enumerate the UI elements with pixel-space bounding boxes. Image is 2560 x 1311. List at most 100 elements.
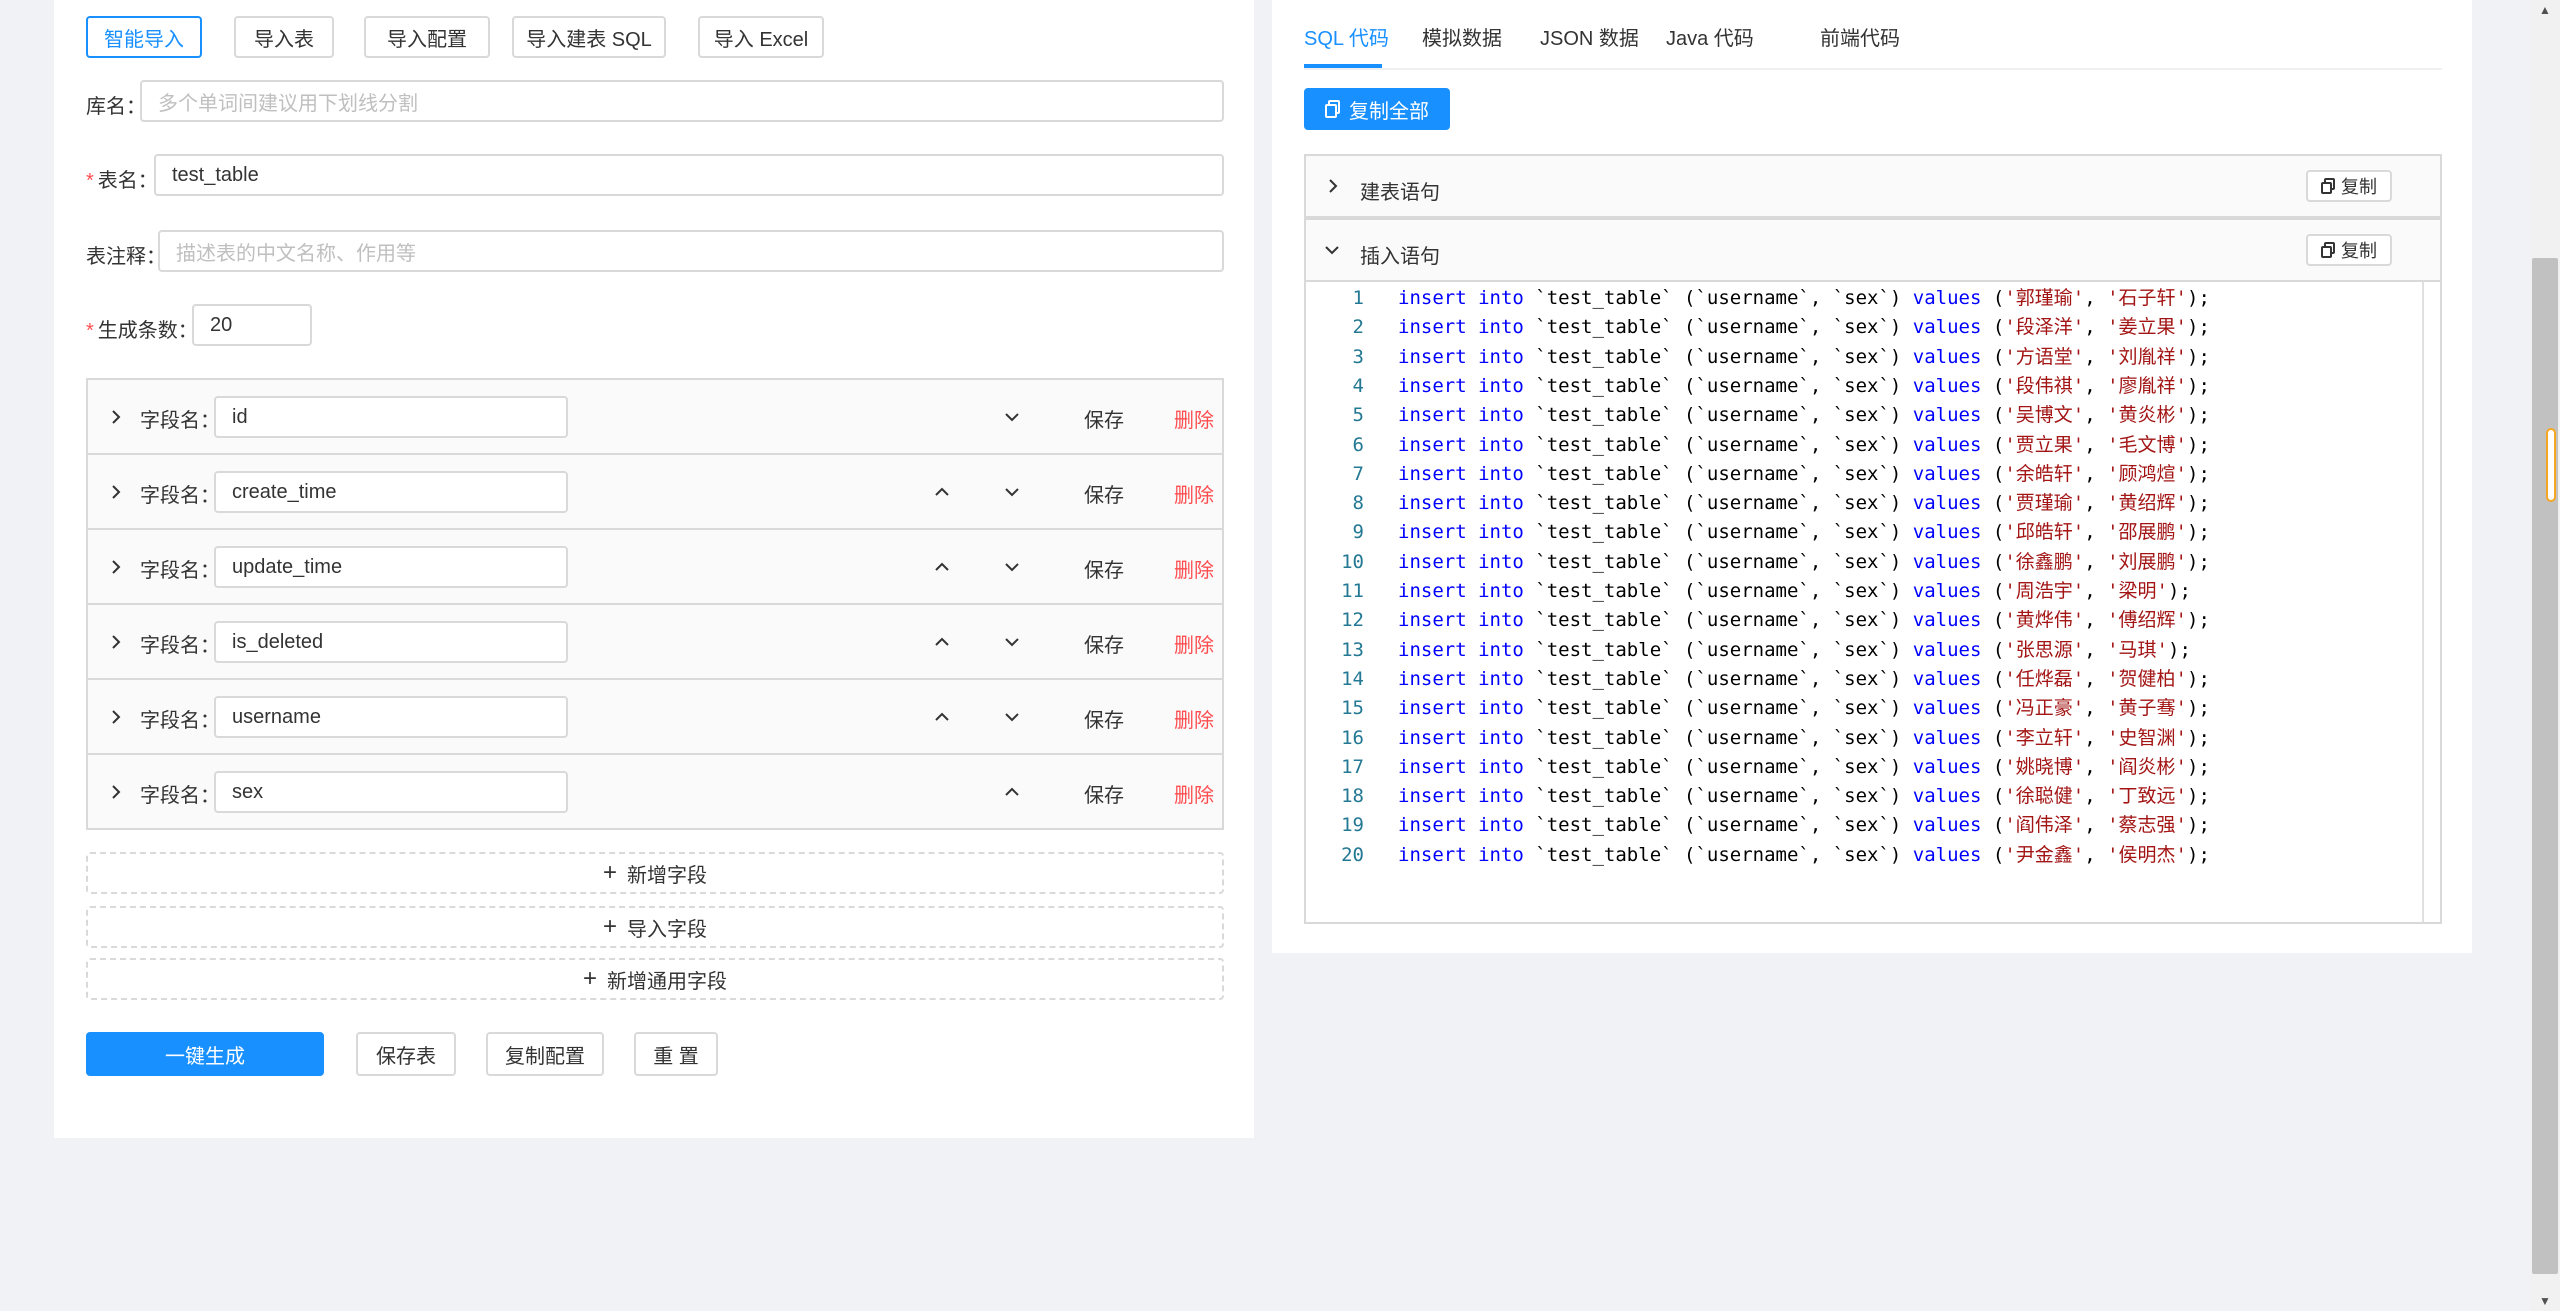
tab-frontend-code[interactable]: 前端代码 xyxy=(1820,22,1900,51)
code-line: 11 insert into `test_table` (`username`, … xyxy=(1306,577,2406,606)
table-comment-input[interactable]: 描述表的中文名称、作用等 xyxy=(158,230,1224,272)
field-name-input[interactable]: id xyxy=(214,396,568,438)
field-save-button[interactable]: 保存 xyxy=(1084,704,1124,733)
code-text: insert into `test_table` (`username`, `s… xyxy=(1398,726,2210,749)
import-sql-button[interactable]: 导入建表 SQL xyxy=(512,16,666,58)
field-name-input[interactable]: update_time xyxy=(214,546,568,588)
generate-button[interactable]: 一键生成 xyxy=(86,1032,324,1076)
line-number: 7 xyxy=(1352,462,1364,485)
output-tabs: SQL 代码 模拟数据 JSON 数据 Java 代码 前端代码 xyxy=(1304,22,2442,70)
line-number: 20 xyxy=(1341,843,1364,866)
copy-create-button[interactable]: 复制 xyxy=(2306,170,2392,202)
chevron-right-icon[interactable] xyxy=(106,781,126,803)
code-text: insert into `test_table` (`username`, `s… xyxy=(1398,550,2210,573)
field-save-button[interactable]: 保存 xyxy=(1084,554,1124,583)
reset-button[interactable]: 重 置 xyxy=(634,1032,718,1076)
move-up-icon[interactable] xyxy=(922,621,962,663)
line-number: 3 xyxy=(1352,345,1364,368)
move-up-icon[interactable] xyxy=(922,546,962,588)
code-text: insert into `test_table` (`username`, `s… xyxy=(1398,374,2210,397)
code-text: insert into `test_table` (`username`, `s… xyxy=(1398,667,2210,690)
side-drag-handle[interactable] xyxy=(2546,428,2556,502)
move-down-icon[interactable] xyxy=(992,621,1032,663)
code-line: 12 insert into `test_table` (`username`, … xyxy=(1306,606,2406,635)
field-save-button[interactable]: 保存 xyxy=(1084,629,1124,658)
page-scrollbar-thumb[interactable] xyxy=(2532,258,2558,1274)
smart-import-button[interactable]: 智能导入 xyxy=(86,16,202,58)
line-number: 5 xyxy=(1352,404,1364,427)
code-line: 14 insert into `test_table` (`username`, … xyxy=(1306,665,2406,694)
table-name-label-text: 表名： xyxy=(97,170,158,192)
field-save-button[interactable]: 保存 xyxy=(1084,404,1124,433)
move-up-icon[interactable] xyxy=(922,696,962,738)
chevron-right-icon[interactable] xyxy=(106,706,126,728)
code-text: insert into `test_table` (`username`, `s… xyxy=(1398,404,2210,427)
sql-code-editor[interactable]: 1 insert into `test_table` (`username`, `… xyxy=(1304,282,2442,924)
required-mark: * xyxy=(86,320,94,342)
field-delete-button[interactable]: 删除 xyxy=(1174,554,1214,583)
db-name-input[interactable]: 多个单词间建议用下划线分割 xyxy=(140,80,1224,122)
scroll-down-arrow-icon[interactable]: ▼ xyxy=(2530,1291,2560,1311)
code-line: 5 insert into `test_table` (`username`, `… xyxy=(1306,401,2406,430)
code-line: 10 insert into `test_table` (`username`, … xyxy=(1306,548,2406,577)
count-input[interactable]: 20 xyxy=(192,304,312,346)
add-field-button[interactable]: + 新增字段 xyxy=(86,852,1224,894)
move-up-icon[interactable] xyxy=(992,771,1032,813)
add-common-field-button[interactable]: + 新增通用字段 xyxy=(86,958,1224,1000)
field-delete-button[interactable]: 删除 xyxy=(1174,779,1214,808)
code-line: 19 insert into `test_table` (`username`, … xyxy=(1306,811,2406,840)
table-name-input[interactable]: test_table xyxy=(154,154,1224,196)
chevron-right-icon[interactable] xyxy=(106,406,126,428)
chevron-right-icon[interactable] xyxy=(106,631,126,653)
move-down-icon[interactable] xyxy=(992,696,1032,738)
code-line: 17 insert into `test_table` (`username`, … xyxy=(1306,753,2406,782)
import-table-button[interactable]: 导入表 xyxy=(234,16,334,58)
move-down-icon[interactable] xyxy=(992,471,1032,513)
create-statement-header[interactable]: 建表语句 复制 xyxy=(1304,154,2442,218)
tab-sql-code[interactable]: SQL 代码 xyxy=(1304,22,1389,51)
chevron-right-icon[interactable] xyxy=(106,481,126,503)
field-name-input[interactable]: is_deleted xyxy=(214,621,568,663)
line-number: 15 xyxy=(1341,697,1364,720)
field-delete-button[interactable]: 删除 xyxy=(1174,704,1214,733)
field-save-button[interactable]: 保存 xyxy=(1084,479,1124,508)
import-field-label: 导入字段 xyxy=(627,918,707,941)
line-number: 1 xyxy=(1352,287,1364,309)
import-field-button[interactable]: + 导入字段 xyxy=(86,906,1224,948)
chevron-down-icon xyxy=(1322,240,1342,260)
code-text: insert into `test_table` (`username`, `s… xyxy=(1398,755,2210,778)
table-config-panel: 智能导入 导入表 导入配置 导入建表 SQL 导入 Excel 库名： 多个单词… xyxy=(54,0,1254,1138)
import-config-button[interactable]: 导入配置 xyxy=(364,16,490,58)
code-text: insert into `test_table` (`username`, `s… xyxy=(1398,521,2210,544)
field-name-input[interactable]: create_time xyxy=(214,471,568,513)
code-line: 6 insert into `test_table` (`username`, `… xyxy=(1306,431,2406,460)
copy-icon xyxy=(1325,100,1340,118)
copy-config-button[interactable]: 复制配置 xyxy=(486,1032,604,1076)
field-save-button[interactable]: 保存 xyxy=(1084,779,1124,808)
move-down-icon[interactable] xyxy=(992,546,1032,588)
move-down-icon[interactable] xyxy=(992,396,1032,438)
tab-mock-data[interactable]: 模拟数据 xyxy=(1422,22,1502,51)
scroll-up-arrow-icon[interactable]: ▲ xyxy=(2530,0,2560,20)
chevron-right-icon xyxy=(1324,176,1342,196)
field-name-input[interactable]: sex xyxy=(214,771,568,813)
field-name-label: 字段名： xyxy=(140,710,220,732)
insert-statement-header[interactable]: 插入语句 复制 xyxy=(1304,218,2442,282)
code-line: 3 insert into `test_table` (`username`, `… xyxy=(1306,343,2406,372)
save-table-button[interactable]: 保存表 xyxy=(356,1032,456,1076)
table-name-label: * 表名： xyxy=(86,164,158,193)
chevron-right-icon[interactable] xyxy=(106,556,126,578)
field-delete-button[interactable]: 删除 xyxy=(1174,629,1214,658)
move-up-icon[interactable] xyxy=(922,471,962,513)
field-delete-button[interactable]: 删除 xyxy=(1174,404,1214,433)
tab-java-code[interactable]: Java 代码 xyxy=(1666,22,1754,51)
field-name-input[interactable]: username xyxy=(214,696,568,738)
copy-all-button[interactable]: 复制全部 xyxy=(1304,88,1450,130)
plus-icon: + xyxy=(602,913,617,940)
insert-statement-title: 插入语句 xyxy=(1360,246,1440,268)
copy-insert-button[interactable]: 复制 xyxy=(2306,234,2392,266)
field-name-label: 字段名： xyxy=(140,635,220,657)
import-excel-button[interactable]: 导入 Excel xyxy=(698,16,824,58)
field-delete-button[interactable]: 删除 xyxy=(1174,479,1214,508)
tab-json-data[interactable]: JSON 数据 xyxy=(1540,22,1639,51)
